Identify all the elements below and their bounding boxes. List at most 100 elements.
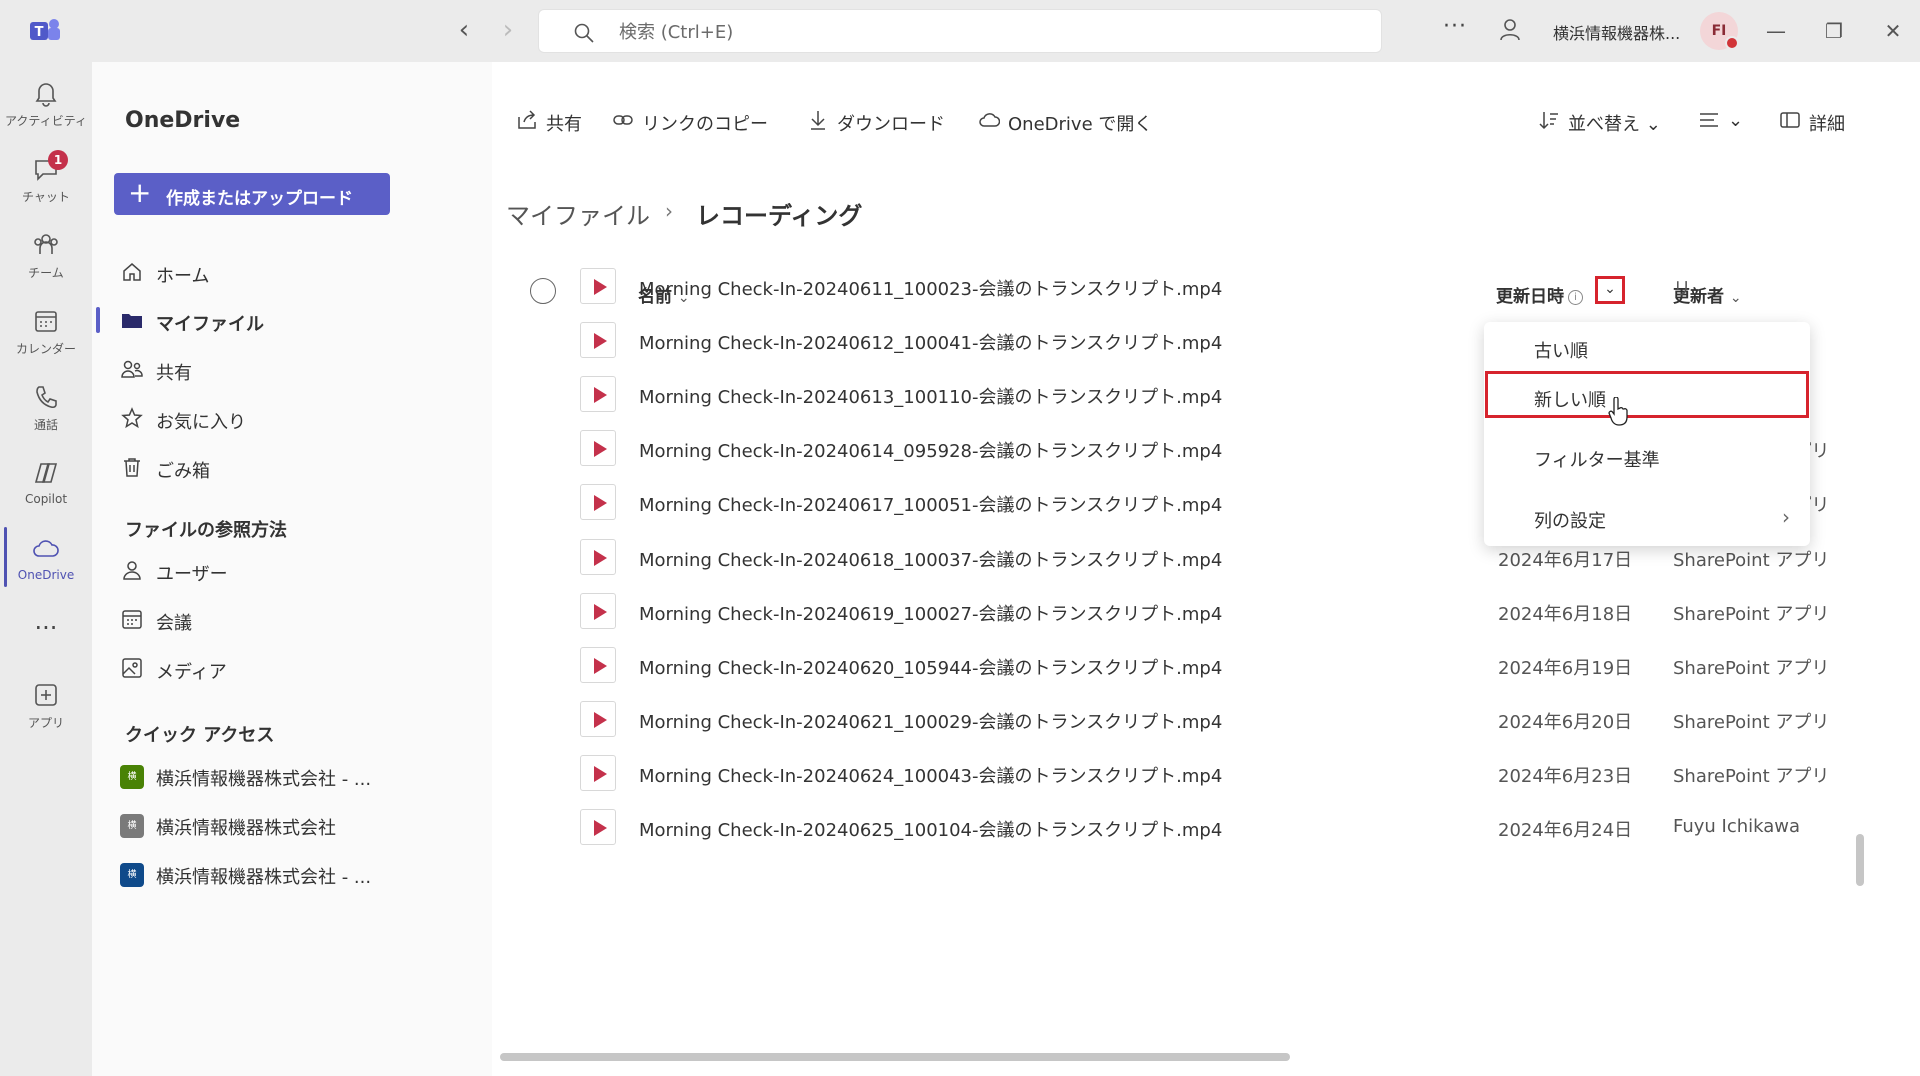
file-name[interactable]: Morning Check-In-20240620_105944-会議のトランス…	[639, 654, 1222, 680]
nav-item-people[interactable]: ユーザー	[120, 554, 460, 588]
rail-item-teams[interactable]: チーム	[0, 222, 92, 292]
rail-item-apps[interactable]: アプリ	[0, 672, 92, 742]
nav-item-home[interactable]: ホーム	[120, 256, 460, 290]
nav-item-label: ホーム	[156, 266, 210, 287]
file-name[interactable]: Morning Check-In-20240612_100041-会議のトランス…	[639, 329, 1222, 355]
browse-section-title: ファイルの参照方法	[125, 520, 287, 541]
video-file-icon	[580, 376, 616, 413]
file-name[interactable]: Morning Check-In-20240614_095928-会議のトランス…	[639, 437, 1222, 463]
table-row[interactable]: Morning Check-In-20240619_100027-会議のトランス…	[492, 584, 1892, 638]
person-icon	[123, 561, 141, 580]
nav-item-meetings[interactable]: 会議	[120, 603, 460, 637]
rail-item-calendar[interactable]: カレンダー	[0, 298, 92, 368]
nav-item-label: ユーザー	[156, 564, 228, 585]
video-file-icon	[580, 700, 616, 737]
menu-item-filter-by[interactable]: フィルター基準	[1484, 433, 1810, 479]
file-name[interactable]: Morning Check-In-20240611_100023-会議のトランス…	[639, 275, 1222, 301]
site-icon: 横	[120, 814, 144, 838]
share-label: 共有	[546, 114, 582, 135]
modified-by: Fuyu Ichikawa	[1673, 816, 1801, 837]
nav-item-label: 共有	[156, 363, 192, 384]
file-name[interactable]: Morning Check-In-20240618_100037-会議のトランス…	[639, 546, 1222, 572]
nav-item-media[interactable]: メディア	[120, 652, 460, 686]
vertical-scrollbar[interactable]	[1856, 834, 1864, 886]
calendar-icon	[122, 610, 142, 629]
rail-item-chat[interactable]: 1 チャット	[0, 146, 92, 216]
chevron-right-icon: ›	[1782, 505, 1790, 529]
rail-label: 通話	[33, 418, 58, 432]
search-icon	[574, 23, 594, 43]
nav-item-label: マイファイル	[156, 314, 264, 335]
details-label: 詳細	[1809, 114, 1845, 135]
quick-access-title: クイック アクセス	[125, 725, 275, 746]
horizontal-scrollbar[interactable]	[500, 1053, 1290, 1061]
file-name[interactable]: Morning Check-In-20240625_100104-会議のトランス…	[639, 816, 1222, 842]
selected-indicator	[96, 307, 100, 333]
quick-access-item[interactable]: 横 横浜情報機器株式会社	[120, 808, 460, 842]
breadcrumb-current: レコーディング	[696, 202, 863, 230]
nav-item-recycle-bin[interactable]: ごみ箱	[120, 451, 460, 485]
forward-arrow-icon[interactable]: ›	[493, 16, 523, 46]
quick-access-item[interactable]: 横 横浜情報機器株式会社 - ...	[120, 759, 460, 793]
chevron-down-icon: ⌄	[1728, 110, 1744, 131]
svg-text:T: T	[35, 25, 44, 40]
menu-item-oldest-first[interactable]: 古い順	[1484, 324, 1810, 370]
file-name[interactable]: Morning Check-In-20240613_100110-会議のトランス…	[639, 383, 1222, 409]
rail-item-copilot[interactable]: Copilot	[0, 450, 92, 520]
cloud-icon	[33, 540, 59, 557]
rail-item-onedrive[interactable]: OneDrive	[0, 526, 92, 596]
folder-icon	[122, 314, 142, 328]
modified-date: 2024年6月19日	[1498, 657, 1633, 679]
file-name[interactable]: Morning Check-In-20240621_100029-会議のトランス…	[639, 708, 1222, 734]
file-name[interactable]: Morning Check-In-20240617_100051-会議のトランス…	[639, 491, 1222, 517]
list-view-icon	[1700, 113, 1718, 127]
copy-link-label: リンクのコピー	[642, 114, 768, 135]
file-name[interactable]: Morning Check-In-20240619_100027-会議のトランス…	[639, 600, 1222, 626]
menu-item-label: 古い順	[1534, 341, 1588, 362]
more-options-icon[interactable]: ···	[1443, 14, 1467, 39]
sort-menu: 古い順 新しい順 フィルター基準 列の設定 ›	[1484, 322, 1810, 546]
rail-label: アプリ	[27, 716, 64, 730]
link-icon	[613, 115, 633, 125]
breadcrumb-parent[interactable]: マイファイル	[506, 196, 650, 231]
modified-date: 2024年6月18日	[1498, 603, 1633, 625]
search-input[interactable]	[619, 18, 1319, 46]
close-icon[interactable]: ✕	[1876, 14, 1910, 48]
nav-item-label: お気に入り	[156, 412, 246, 433]
organization-name[interactable]: 横浜情報機器株...	[1553, 20, 1680, 44]
table-row[interactable]: Morning Check-In-20240621_100029-会議のトランス…	[492, 692, 1892, 746]
table-row[interactable]: Morning Check-In-20240625_100104-会議のトランス…	[492, 800, 1892, 854]
modified-date: 2024年6月17日	[1498, 549, 1633, 571]
pane-title: OneDrive	[125, 108, 241, 133]
more-apps-icon[interactable]: ···	[0, 614, 92, 642]
create-upload-button[interactable]: + 作成またはアップロード	[114, 173, 390, 215]
nav-item-label: 会議	[156, 613, 192, 634]
table-row[interactable]: Morning Check-In-20240624_100043-会議のトランス…	[492, 746, 1892, 800]
sort-icon	[1539, 112, 1558, 130]
video-file-icon	[580, 430, 616, 467]
rail-item-calls[interactable]: 通話	[0, 374, 92, 444]
nav-item-label: ごみ箱	[156, 461, 210, 482]
nav-item-my-files[interactable]: マイファイル	[120, 304, 460, 338]
menu-item-label: フィルター基準	[1534, 450, 1660, 471]
details-pane-icon	[1780, 112, 1800, 128]
modified-by: リ	[1673, 279, 1691, 300]
back-arrow-icon[interactable]: ‹	[449, 16, 479, 46]
menu-item-column-settings[interactable]: 列の設定 ›	[1484, 494, 1810, 540]
rail-label: OneDrive	[17, 568, 75, 582]
restore-icon[interactable]: ❐	[1817, 14, 1851, 48]
menu-item-label: 列の設定	[1534, 511, 1606, 532]
quick-access-item[interactable]: 横 横浜情報機器株式会社 - ...	[120, 857, 460, 891]
table-row[interactable]: Morning Check-In-20240611_100023-会議のトランス…	[492, 259, 1892, 313]
minimize-icon[interactable]: —	[1759, 14, 1793, 48]
sort-label: 並べ替え ⌄	[1568, 114, 1661, 135]
trash-icon	[124, 458, 140, 477]
nav-item-favorites[interactable]: お気に入り	[120, 402, 460, 436]
search-box[interactable]	[538, 9, 1382, 53]
contacts-icon[interactable]	[1496, 16, 1524, 44]
nav-item-shared[interactable]: 共有	[120, 353, 460, 387]
file-name[interactable]: Morning Check-In-20240624_100043-会議のトランス…	[639, 762, 1222, 788]
rail-item-activity[interactable]: アクティビティ	[0, 70, 92, 140]
table-row[interactable]: Morning Check-In-20240620_105944-会議のトランス…	[492, 638, 1892, 692]
quick-access-label: 横浜情報機器株式会社	[156, 818, 336, 839]
